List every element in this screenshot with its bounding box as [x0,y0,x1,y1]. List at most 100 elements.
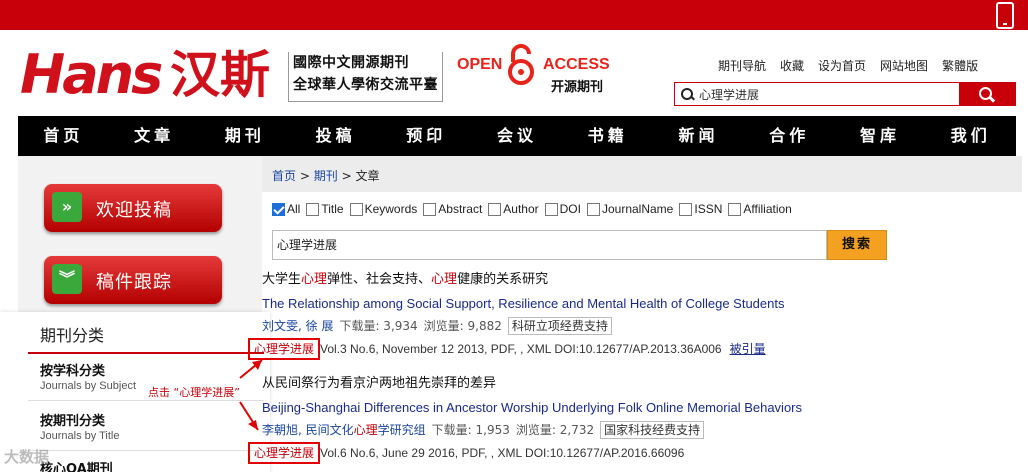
checkbox-box[interactable] [306,202,320,216]
checkbox-checked-icon[interactable] [272,202,285,216]
top-search-input[interactable] [697,83,959,105]
nav-conference[interactable]: 会议 [472,116,563,156]
journal-class-divider [28,352,264,354]
article-authors[interactable]: 李朝旭, 民间文化心理学研究组 [262,420,426,440]
checkbox-journalname[interactable]: JournalName [586,202,674,216]
article-title-cn[interactable]: 从民间祭行为看京沪两地祖先崇拜的差异 [262,374,1022,394]
oa-cn-text: 开源期刊 [551,80,604,95]
main-search-input[interactable]: 心理学进展 [272,230,827,260]
hans-logo[interactable]: Hans 汉斯 [20,42,288,108]
breadcrumb-home[interactable]: 首页 [272,169,296,183]
by-title-link[interactable]: 按期刊分类 [40,410,105,429]
source-info: Vol.6 No.6, June 29 2016, PDF, , XML DOI… [320,446,685,460]
search-icon [675,83,697,105]
checkbox-box[interactable] [544,202,558,216]
cited-by-link[interactable]: 被引量 [730,339,766,359]
journal-class-separator [28,400,264,401]
checkbox-all[interactable]: All [272,202,300,216]
nav-cooperation[interactable]: 合作 [744,116,835,156]
by-subject-link[interactable]: 按学科分类 [40,360,105,379]
logo-text-en: Hans [20,43,163,106]
submit-paper-button[interactable]: » 欢迎投稿 [44,184,222,232]
nav-preprint[interactable]: 预印 [381,116,472,156]
open-lock-icon [508,44,534,85]
breadcrumb-sep: > [341,169,352,183]
article-meta: 李朝旭, 民间文化心理学研究组 下载量: 1,953 浏览量: 2,732 国家… [262,420,1022,440]
breadcrumb-journal[interactable]: 期刊 [314,169,338,183]
nav-books[interactable]: 书籍 [562,116,653,156]
article-title-en[interactable]: Beijing-Shanghai Differences in Ancestor… [262,398,1022,418]
article-source: 心理学进展 Vol.6 No.6, June 29 2016, PDF, , X… [248,442,1022,464]
link-favorite[interactable]: 收藏 [780,57,804,74]
tagline-line-1: 國際中文開源期刊 [293,55,409,71]
nav-articles[interactable]: 文章 [109,116,200,156]
nav-think-tank[interactable]: 智库 [835,116,926,156]
breadcrumb: 首页 > 期刊 > 文章 [272,167,379,184]
breadcrumb-bar: 首页 > 期刊 > 文章 [262,156,1022,192]
search-field-checkboxes: All Title Keywords Abstract Author DOI J… [272,202,798,216]
track-manuscript-label: 稿件跟踪 [96,272,172,293]
article-title-en[interactable]: The Relationship among Social Support, R… [262,294,1022,314]
fund-badge: 国家科技经费支持 [600,421,705,439]
main-content: 首页 > 期刊 > 文章 All Title Keywords Abstract… [248,156,1022,472]
checkbox-box[interactable] [679,202,693,216]
nav-home[interactable]: 首页 [18,116,109,156]
checkbox-label: All [287,202,301,216]
checkbox-label: Author [503,202,539,216]
top-search-button[interactable] [959,83,1015,105]
source-info: Vol.3 No.6, November 12 2013, PDF, , XML… [320,342,722,356]
checkbox-box[interactable] [586,202,600,216]
journal-class-separator [28,450,264,451]
link-sitemap[interactable]: 网站地图 [880,57,928,74]
download-count: 下载量: 3,934 [339,319,418,333]
checkbox-affiliation[interactable]: Affiliation [728,202,792,216]
title-part: 大学生 [262,272,302,287]
author-highlight: 心理 [353,423,378,437]
checkbox-box[interactable] [488,202,502,216]
journal-link-highlighted[interactable]: 心理学进展 [248,442,321,464]
checkbox-box[interactable] [349,202,363,216]
article-item: 大学生心理弹性、社会支持、心理健康的关系研究 The Relationship … [248,270,1022,360]
main-search-button[interactable]: 搜索 [827,230,887,260]
by-subject-en: Journals by Subject [40,380,136,392]
checkbox-label: Affiliation [743,202,792,216]
breadcrumb-sep: > [299,169,310,183]
checkbox-doi[interactable]: DOI [544,202,581,216]
journal-link-highlighted[interactable]: 心理学进展 [248,338,321,360]
checkbox-label: Abstract [438,202,483,216]
main-nav: 首页 文章 期刊 投稿 预印 会议 书籍 新闻 合作 智库 我们 [18,116,1016,156]
nav-news[interactable]: 新闻 [653,116,744,156]
nav-about-us[interactable]: 我们 [925,116,1016,156]
view-count: 浏览量: 9,882 [423,319,502,333]
link-traditional[interactable]: 繁體版 [942,57,978,74]
title-highlight: 心理 [301,272,328,287]
checkbox-box[interactable] [728,202,742,216]
nav-submit[interactable]: 投稿 [290,116,381,156]
article-source: 心理学进展 Vol.3 No.6, November 12 2013, PDF,… [248,338,1022,360]
top-search-box [674,82,1016,106]
checkbox-title[interactable]: Title [306,202,344,216]
checkbox-box[interactable] [423,202,437,216]
by-title-en: Journals by Title [40,430,120,442]
link-journal-nav[interactable]: 期刊导航 [718,57,766,74]
checkbox-label: JournalName [601,202,674,216]
link-set-homepage[interactable]: 设为首页 [818,57,866,74]
article-authors[interactable]: 刘文雯, 徐 展 [262,316,333,336]
checkbox-keywords[interactable]: Keywords [349,202,417,216]
checkbox-issn[interactable]: ISSN [679,202,722,216]
top-links: 期刊导航 收藏 设为首页 网站地图 繁體版 [718,57,992,74]
core-oa-link[interactable]: 核心OA期刊 [40,458,113,472]
mobile-phone-icon[interactable] [996,2,1014,29]
double-chevron-down-icon: ︾ [52,264,82,294]
article-title-cn[interactable]: 大学生心理弹性、社会支持、心理健康的关系研究 [262,270,1022,290]
title-part: 健康的关系研究 [457,272,549,287]
fund-badge: 科研立项经费支持 [507,317,612,335]
view-count: 浏览量: 2,732 [515,423,595,437]
checkbox-abstract[interactable]: Abstract [423,202,482,216]
nav-journals[interactable]: 期刊 [199,116,290,156]
checkbox-author[interactable]: Author [488,202,539,216]
site-header: Hans 汉斯 國際中文開源期刊 全球華人學術交流平臺 OPEN ACCESS … [0,30,1028,114]
double-chevron-right-icon: » [52,192,82,222]
track-manuscript-button[interactable]: ︾ 稿件跟踪 [44,256,222,304]
checkbox-label: DOI [559,202,581,216]
